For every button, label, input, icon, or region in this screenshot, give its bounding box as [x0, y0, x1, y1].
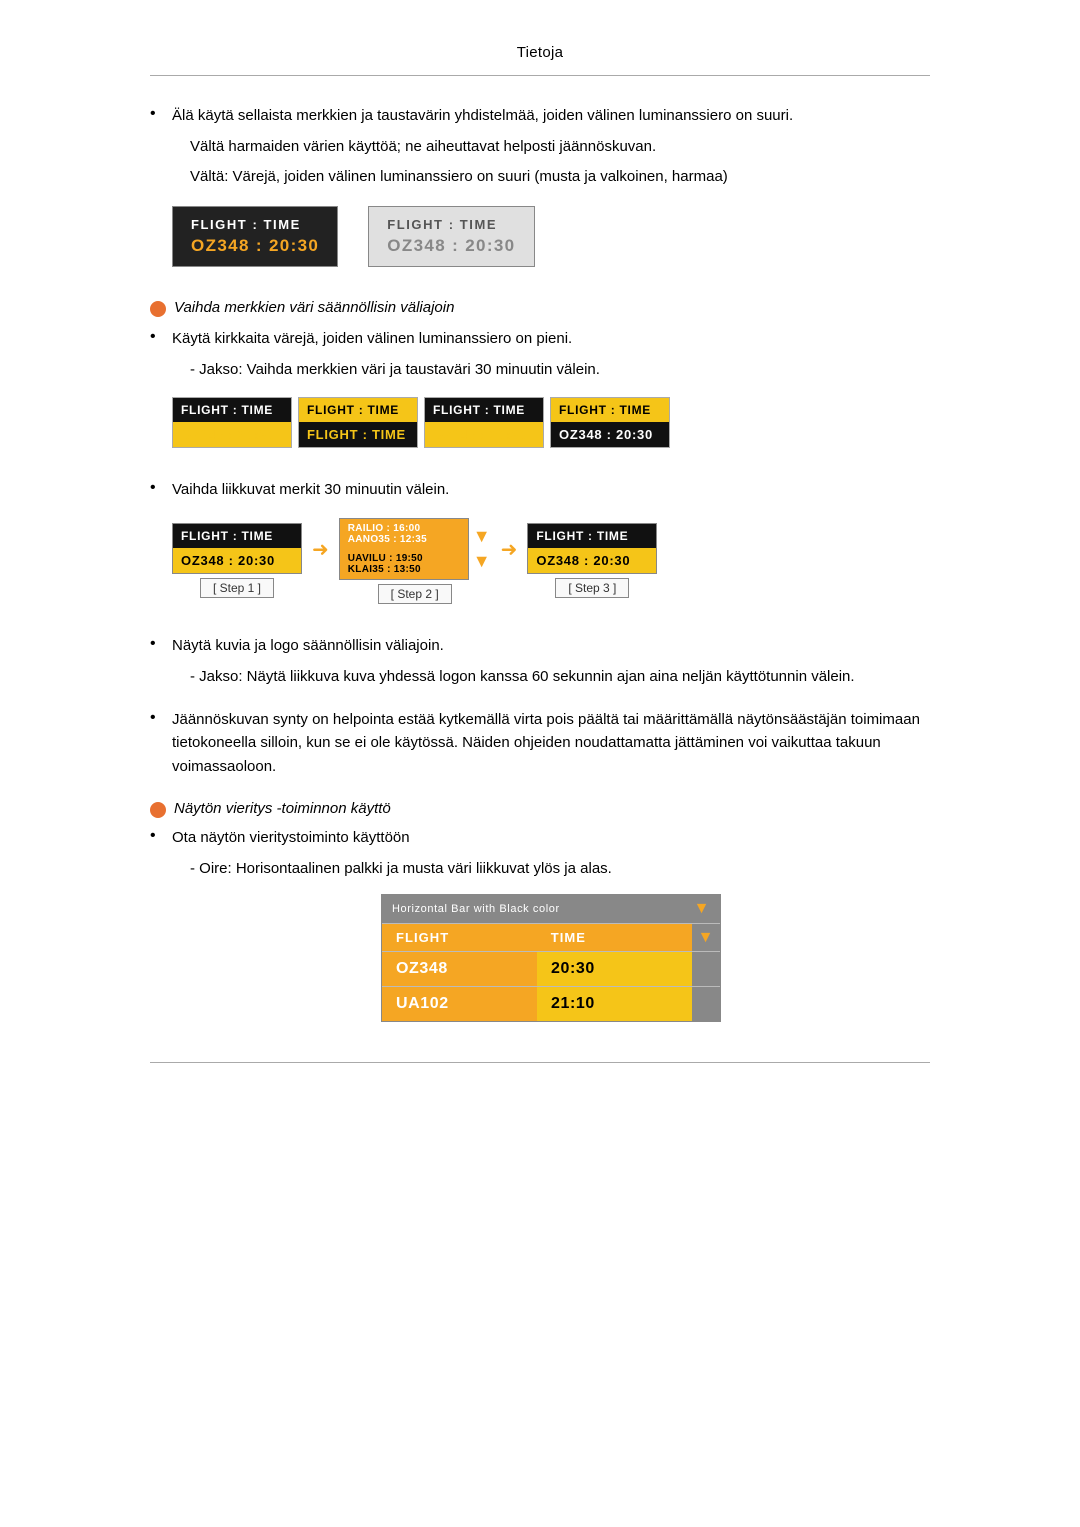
scroll-row1-col2: 20:30 — [537, 952, 692, 986]
step-2: RAILIO : 16:00AANO35 : 12:35 UAVILU : 19… — [339, 518, 491, 604]
bullet1-sub1: Vältä harmaiden värien käyttöä; ne aiheu… — [190, 135, 930, 158]
ci-box2-row2: FLIGHT : TIME — [299, 422, 417, 447]
ci-box4-row1: FLIGHT : TIME — [551, 398, 669, 422]
scroll-col-time: TIME — [537, 924, 692, 951]
scroll-row1-col1: OZ348 — [382, 952, 537, 986]
step1-box: FLIGHT : TIME OZ348 : 20:30 — [172, 523, 302, 574]
list-item-3: • Vaihda liikkuvat merkit 30 minuutin vä… — [150, 478, 930, 619]
bullet1-sub: Vältä harmaiden värien käyttöä; ne aiheu… — [190, 135, 930, 188]
ci-box-1: FLIGHT : TIME OZ348 : 20:30 — [172, 397, 292, 448]
page-title: Tietoja — [150, 30, 930, 76]
bottom-rule — [150, 1062, 930, 1063]
arrow-1-icon: ➜ — [312, 537, 329, 562]
list-item-4: • Näytä kuvia ja logo säännöllisin välia… — [150, 634, 930, 695]
flight-box-light-row1: FLIGHT : TIME — [387, 217, 515, 232]
ci-box-2: FLIGHT : TIME FLIGHT : TIME — [298, 397, 418, 448]
ci-box3-row1: FLIGHT : TIME — [425, 398, 543, 422]
bullet-icon-2: • — [150, 328, 172, 346]
ci-box-3: FLIGHT : TIME OZ348 : 20:30 — [424, 397, 544, 448]
step-3: FLIGHT : TIME OZ348 : 20:30 [ Step 3 ] — [527, 523, 657, 598]
orange-item1-text: Vaihda merkkien väri säännöllisin väliaj… — [174, 299, 454, 316]
content-block-3: Vaihda liikkuvat merkit 30 minuutin väle… — [172, 478, 930, 619]
scroll-row1-spacer — [692, 952, 720, 986]
bullet2-sub: - Jakso: Vaihda merkkien väri ja taustav… — [190, 358, 930, 381]
bullet5-text: Jäännöskuvan synty on helpointa estää ky… — [172, 708, 930, 778]
step2-row2: UAVILU : 19:50KLAI35 : 13:50 — [340, 549, 468, 579]
ci-box-4: FLIGHT : TIME OZ348 : 20:30 — [550, 397, 670, 448]
step2-down-arrow-1: ▼ — [473, 526, 491, 547]
step2-label: [ Step 2 ] — [378, 584, 452, 604]
step3-row1: FLIGHT : TIME — [528, 524, 656, 548]
bullet-icon-4: • — [150, 635, 172, 653]
flight-box-dark: FLIGHT : TIME OZ348 : 20:30 — [172, 206, 338, 267]
bullet4-sub1: - Jakso: Näytä liikkuva kuva yhdessä log… — [190, 665, 930, 688]
content-block-5: Jäännöskuvan synty on helpointa estää ky… — [172, 708, 930, 786]
list-item-6: • Ota näytön vieritystoiminto käyttöön -… — [150, 826, 930, 1023]
bullet-icon-6: • — [150, 827, 172, 845]
bullet1-sub2: Vältä: Värejä, joiden välinen luminanssi… — [190, 165, 930, 188]
step-1: FLIGHT : TIME OZ348 : 20:30 [ Step 1 ] — [172, 523, 302, 598]
ci-box4-row2: OZ348 : 20:30 — [551, 422, 669, 447]
bullet2-text: Käytä kirkkaita värejä, joiden välinen l… — [172, 327, 930, 350]
step1-label: [ Step 1 ] — [200, 578, 274, 598]
list-item-1: • Älä käytä sellaista merkkien ja tausta… — [150, 104, 930, 285]
scroll-demo: Horizontal Bar with Black color ▼ FLIGHT… — [381, 894, 721, 1022]
orange-item-1: Vaihda merkkien väri säännöllisin väliaj… — [150, 299, 930, 317]
bullet2-sub1: - Jakso: Vaihda merkkien väri ja taustav… — [190, 358, 930, 381]
ci-box1-row2: OZ348 : 20:30 — [173, 422, 291, 447]
flight-box-light: FLIGHT : TIME OZ348 : 20:30 — [368, 206, 534, 267]
bullet-icon-5: • — [150, 709, 172, 727]
list-item-2: • Käytä kirkkaita värejä, joiden välinen… — [150, 327, 930, 465]
content-block-2: Käytä kirkkaita värejä, joiden välinen l… — [172, 327, 930, 465]
bullet4-text: Näytä kuvia ja logo säännöllisin väliajo… — [172, 634, 930, 657]
bullet6-sub: - Oire: Horisontaalinen palkki ja musta … — [190, 857, 930, 880]
step1-row2: OZ348 : 20:30 — [173, 548, 301, 573]
bullet-icon-3: • — [150, 479, 172, 497]
scroll-col-headers: FLIGHT TIME ▼ — [382, 923, 720, 951]
orange-bullet-icon-2 — [150, 802, 166, 818]
scroll-row-2: UA102 21:10 — [382, 986, 720, 1021]
flight-box-dark-row1: FLIGHT : TIME — [191, 217, 319, 232]
scroll-demo-container: Horizontal Bar with Black color ▼ FLIGHT… — [172, 894, 930, 1022]
scroll-header: Horizontal Bar with Black color ▼ — [382, 895, 720, 923]
step1-row1: FLIGHT : TIME — [173, 524, 301, 548]
scroll-down-arrow-header: ▼ — [694, 900, 710, 918]
step2-down-arrow-2: ▼ — [473, 551, 491, 572]
content-block-6: Ota näytön vieritystoiminto käyttöön - O… — [172, 826, 930, 1023]
bullet3-text: Vaihda liikkuvat merkit 30 minuutin väle… — [172, 478, 930, 501]
scroll-row2-spacer — [692, 987, 720, 1021]
step3-label: [ Step 3 ] — [555, 578, 629, 598]
list-item-5: • Jäännöskuvan synty on helpointa estää … — [150, 708, 930, 786]
scroll-col-flight: FLIGHT — [382, 924, 537, 951]
ci-box2-row1: FLIGHT : TIME — [299, 398, 417, 422]
scroll-row2-col2: 21:10 — [537, 987, 692, 1021]
ci-box1-row1: FLIGHT : TIME — [173, 398, 291, 422]
bullet-icon: • — [150, 105, 172, 123]
content-block-4: Näytä kuvia ja logo säännöllisin väliajo… — [172, 634, 930, 695]
bullet1-text: Älä käytä sellaista merkkien ja taustavä… — [172, 104, 930, 127]
flight-examples: FLIGHT : TIME OZ348 : 20:30 FLIGHT : TIM… — [172, 206, 930, 267]
step2-box: RAILIO : 16:00AANO35 : 12:35 UAVILU : 19… — [339, 518, 469, 580]
bullet6-text: Ota näytön vieritystoiminto käyttöön — [172, 826, 930, 849]
step-diagram: FLIGHT : TIME OZ348 : 20:30 [ Step 1 ] ➜… — [172, 518, 930, 604]
scroll-header-label: Horizontal Bar with Black color — [392, 903, 560, 915]
orange-bullet-icon-1 — [150, 301, 166, 317]
step3-box: FLIGHT : TIME OZ348 : 20:30 — [527, 523, 657, 574]
step2-row1: RAILIO : 16:00AANO35 : 12:35 — [340, 519, 468, 549]
flight-box-dark-row2: OZ348 : 20:30 — [191, 236, 319, 256]
arrow-2-icon: ➜ — [501, 537, 518, 562]
scroll-row2-col1: UA102 — [382, 987, 537, 1021]
ci-box3-row2: OZ348 : 20:30 — [425, 422, 543, 447]
orange-item-2: Näytön vieritys -toiminnon käyttö — [150, 800, 930, 818]
orange-item2-text: Näytön vieritys -toiminnon käyttö — [174, 800, 391, 817]
bullet4-sub: - Jakso: Näytä liikkuva kuva yhdessä log… — [190, 665, 930, 688]
scroll-col-arrow: ▼ — [692, 924, 720, 951]
content-block-1: Älä käytä sellaista merkkien ja taustavä… — [172, 104, 930, 285]
scroll-row-1: OZ348 20:30 — [382, 951, 720, 986]
bullet6-sub1: - Oire: Horisontaalinen palkki ja musta … — [190, 857, 930, 880]
color-interval-row: FLIGHT : TIME OZ348 : 20:30 FLIGHT : TIM… — [172, 397, 930, 448]
flight-box-light-row2: OZ348 : 20:30 — [387, 236, 515, 256]
step3-row2: OZ348 : 20:30 — [528, 548, 656, 573]
